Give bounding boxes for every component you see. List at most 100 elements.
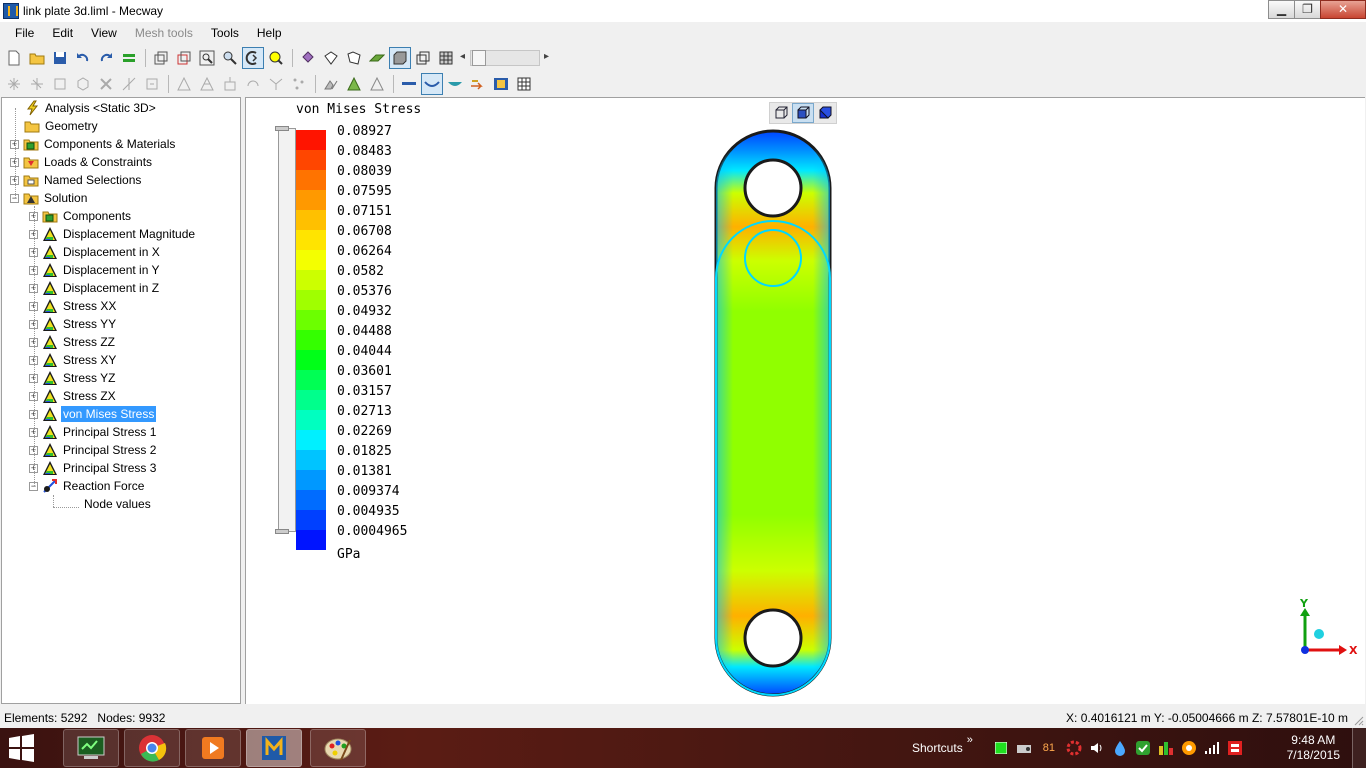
node-scatter-icon[interactable] xyxy=(288,73,310,95)
media-player-icon[interactable] xyxy=(185,729,241,767)
legend-scale-slider[interactable] xyxy=(275,126,296,534)
menu-view[interactable]: View xyxy=(82,22,126,44)
new-file-icon[interactable] xyxy=(3,47,25,69)
model-tree[interactable]: Analysis <Static 3D> Geometry + Components … xyxy=(1,97,241,704)
mecway-icon[interactable] xyxy=(246,729,302,767)
paint-bucket-icon[interactable] xyxy=(297,47,319,69)
paint-icon[interactable] xyxy=(310,729,366,767)
mirror-icon[interactable] xyxy=(320,73,342,95)
settings-gear-icon[interactable] xyxy=(1066,740,1082,756)
element-cube-icon[interactable] xyxy=(72,73,94,95)
resize-grip-icon[interactable] xyxy=(1352,714,1364,726)
tree-item-principal-stress-3[interactable]: + Principal Stress 3 xyxy=(29,459,158,477)
menu-tools[interactable]: Tools xyxy=(202,22,248,44)
slider-left-arrow-icon[interactable]: ◂ xyxy=(460,51,465,62)
tree-item-displacement-magnitude[interactable]: + Displacement Magnitude xyxy=(29,225,197,243)
tree-item-loads-constraints[interactable]: + Loads & Constraints xyxy=(10,153,154,171)
menu-mesh-tools[interactable]: Mesh tools xyxy=(126,22,202,44)
animation-icon[interactable] xyxy=(490,73,512,95)
pyramid-icon[interactable] xyxy=(343,73,365,95)
show-desktop-button[interactable] xyxy=(1352,728,1366,768)
line-icon[interactable] xyxy=(398,73,420,95)
split-icon[interactable] xyxy=(118,73,140,95)
legend-bottom-handle[interactable] xyxy=(275,529,289,534)
tri-split-icon[interactable] xyxy=(265,73,287,95)
signal-bars-icon[interactable] xyxy=(1204,740,1220,756)
menu-help[interactable]: Help xyxy=(248,22,291,44)
arrow-icon[interactable] xyxy=(467,73,489,95)
view-wire-cube-icon[interactable] xyxy=(770,103,792,123)
extrude-icon[interactable] xyxy=(219,73,241,95)
tree-item-reaction-force[interactable]: − Reaction Force xyxy=(29,477,146,495)
tree-item-stress-zz[interactable]: + Stress ZZ xyxy=(29,333,117,351)
delete-icon[interactable] xyxy=(95,73,117,95)
tree-item-solution[interactable]: − Solution xyxy=(10,189,89,207)
tray-temperature[interactable]: 81 xyxy=(1039,740,1059,756)
slider-thumb[interactable] xyxy=(472,50,486,66)
minimize-button[interactable]: ▁ xyxy=(1268,0,1295,19)
tree-item-stress-yy[interactable]: + Stress YY xyxy=(29,315,118,333)
view-solid-cube-icon[interactable] xyxy=(814,103,836,123)
tree-item-stress-xy[interactable]: + Stress XY xyxy=(29,351,118,369)
open-folder-icon[interactable] xyxy=(26,47,48,69)
zoom-box-icon[interactable] xyxy=(196,47,218,69)
graphics-viewport[interactable]: von Mises Stress 0.08927 0.08483 0.08039 0.… xyxy=(245,97,1365,704)
view-slider[interactable]: ◂ ▸ xyxy=(460,48,552,68)
solid-cube-icon[interactable] xyxy=(389,47,411,69)
bar-chart-icon[interactable] xyxy=(1158,740,1174,756)
tree-item-displacement-in-z[interactable]: + Displacement in Z xyxy=(29,279,161,297)
edit-icon[interactable] xyxy=(141,73,163,95)
shading-icon[interactable] xyxy=(444,73,466,95)
tree-item-von-mises-stress[interactable]: + von Mises Stress xyxy=(29,405,157,423)
node-icon[interactable] xyxy=(3,73,25,95)
copy-cube-icon[interactable] xyxy=(150,47,172,69)
maximize-button[interactable]: ❐ xyxy=(1294,0,1321,19)
smooth-icon[interactable] xyxy=(196,73,218,95)
slider-right-arrow-icon[interactable]: ▸ xyxy=(544,51,549,62)
tree-item-components-materials[interactable]: + Components & Materials xyxy=(10,135,177,153)
wire-cube-icon[interactable] xyxy=(412,47,434,69)
revolve-icon[interactable] xyxy=(242,73,264,95)
tree-item-stress-yz[interactable]: + Stress YZ xyxy=(29,369,117,387)
network-drive-icon[interactable] xyxy=(1016,740,1032,756)
windows-start-icon[interactable] xyxy=(4,732,38,764)
tree-item-components[interactable]: + Components xyxy=(29,207,133,225)
tree-item-displacement-in-y[interactable]: + Displacement in Y xyxy=(29,261,162,279)
equals-icon[interactable] xyxy=(118,47,140,69)
chrome-icon[interactable] xyxy=(124,729,180,767)
save-icon[interactable] xyxy=(49,47,71,69)
terminal-app-icon[interactable] xyxy=(63,729,119,767)
zoom-fit-icon[interactable] xyxy=(265,47,287,69)
menu-file[interactable]: File xyxy=(6,22,43,44)
tree-item-stress-xx[interactable]: + Stress XX xyxy=(29,297,118,315)
orange-circle-icon[interactable] xyxy=(1181,740,1197,756)
shortcuts-toolbar[interactable]: Shortcuts xyxy=(912,741,963,755)
deformed-shape-icon[interactable] xyxy=(421,73,443,95)
cube-wire-icon[interactable] xyxy=(173,47,195,69)
link-plate-model[interactable] xyxy=(706,128,846,698)
close-button[interactable]: ✕ xyxy=(1320,0,1366,19)
select-poly-icon[interactable] xyxy=(343,47,365,69)
refine-icon[interactable] xyxy=(173,73,195,95)
zoom-pan-icon[interactable] xyxy=(242,47,264,69)
table-icon[interactable] xyxy=(513,73,535,95)
tree-item-geometry[interactable]: Geometry xyxy=(24,117,100,135)
shortcuts-chevron-icon[interactable]: » xyxy=(967,734,973,746)
taskbar-clock[interactable]: 9:48 AM 7/18/2015 xyxy=(1287,733,1340,763)
antivirus-icon[interactable] xyxy=(1227,740,1243,756)
tree-item-named-selections[interactable]: + Named Selections xyxy=(10,171,143,189)
triangle-icon[interactable] xyxy=(366,73,388,95)
redo-icon[interactable] xyxy=(95,47,117,69)
tree-item-principal-stress-1[interactable]: + Principal Stress 1 xyxy=(29,423,158,441)
legend-top-handle[interactable] xyxy=(275,126,289,131)
layer-icon[interactable] xyxy=(366,47,388,69)
tree-item-displacement-in-x[interactable]: + Displacement in X xyxy=(29,243,162,261)
green-square-icon[interactable] xyxy=(993,740,1009,756)
select-box-icon[interactable] xyxy=(320,47,342,69)
node-merge-icon[interactable] xyxy=(26,73,48,95)
water-drop-icon[interactable] xyxy=(1112,740,1128,756)
mesh-cube-icon[interactable] xyxy=(435,47,457,69)
checkmark-shield-icon[interactable] xyxy=(1135,740,1151,756)
menu-edit[interactable]: Edit xyxy=(43,22,82,44)
undo-icon[interactable] xyxy=(72,47,94,69)
